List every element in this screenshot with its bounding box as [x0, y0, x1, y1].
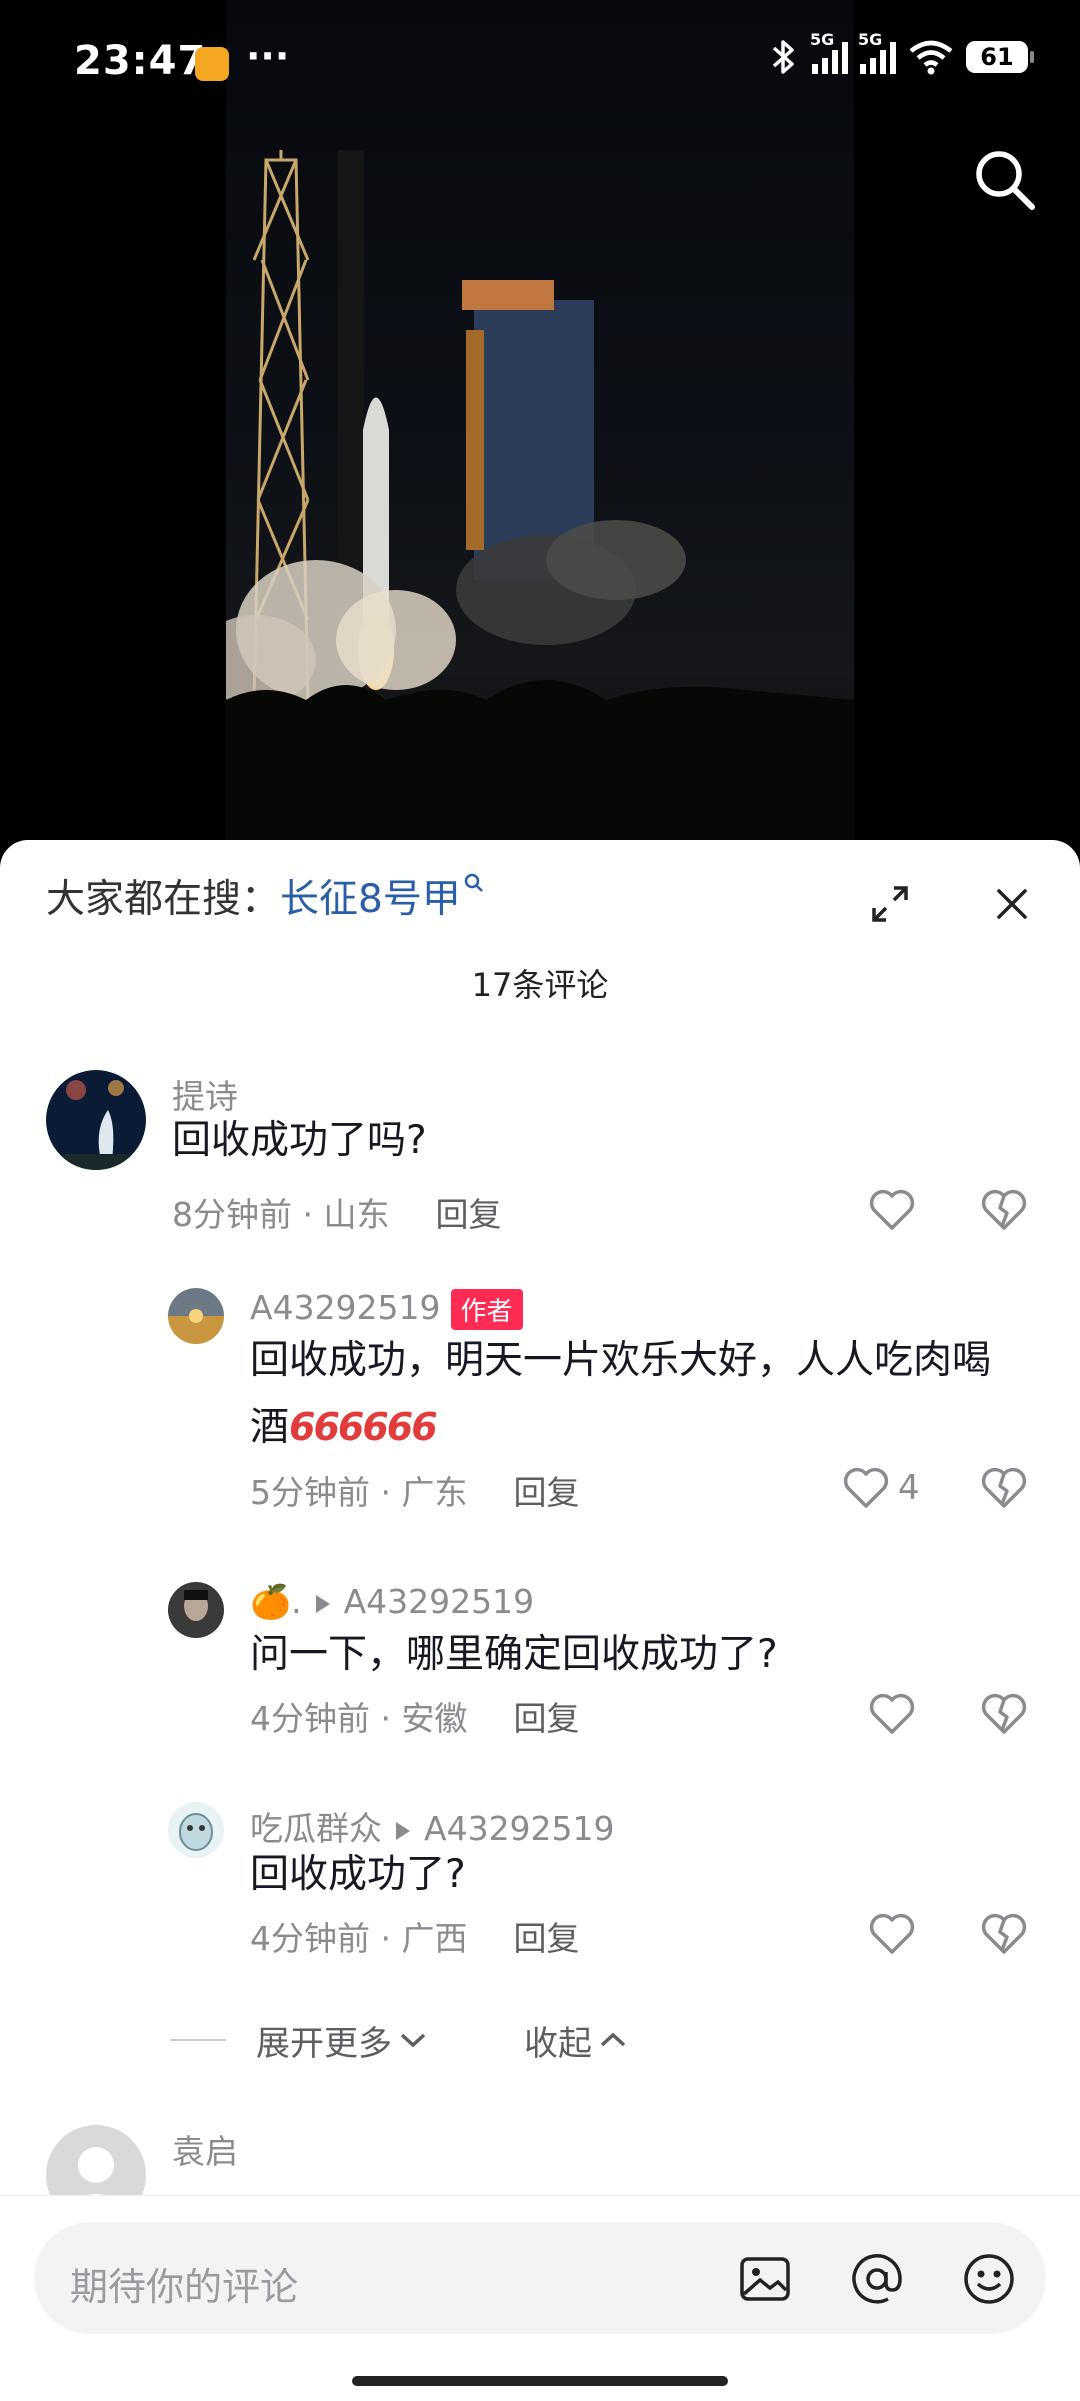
comment-input[interactable]: 期待你的评论 — [34, 2222, 1046, 2334]
collapse-button[interactable]: 收起 — [524, 2016, 628, 2065]
app-notification-icon — [195, 47, 229, 81]
broken-heart-icon[interactable] — [980, 1912, 1028, 1956]
status-time: 23:47 — [74, 38, 207, 84]
comment-location: 广东 — [401, 1473, 468, 1512]
broken-heart-icon[interactable] — [980, 1466, 1028, 1510]
keyword-search-icon — [464, 873, 483, 892]
comment-text: 回收成功了? — [250, 1852, 466, 1897]
reply-button[interactable]: 回复 — [513, 1473, 579, 1512]
heart-icon — [869, 1693, 915, 1734]
status-bar: 23:47 ··· 5G 5G 61 — [0, 0, 1080, 130]
image-icon[interactable] — [736, 2250, 794, 2308]
comment-meta: 5分钟前 · 广东 回复 — [250, 1473, 580, 1512]
heart-icon — [843, 1467, 889, 1508]
expand-icon[interactable] — [868, 882, 912, 926]
comment-panel: 大家都在搜：长征8号甲 17条评论 提诗 回收成功了吗? 8分钟前 · 山东 回复 — [0, 840, 1080, 2400]
chevron-down-icon — [400, 2033, 426, 2048]
chevron-up-icon — [600, 2032, 626, 2047]
comment-meta: 4分钟前 · 广西 回复 — [250, 1919, 580, 1958]
comment-username[interactable]: A43292519 作者 — [250, 1288, 523, 1330]
wifi-icon — [909, 40, 953, 75]
like-button[interactable] — [868, 1912, 924, 1956]
avatar[interactable] — [168, 1802, 224, 1858]
comment-text: 回收成功了吗? — [172, 1118, 427, 1163]
search-icon[interactable] — [970, 145, 1040, 215]
comment-location: 广西 — [401, 1919, 468, 1958]
heart-icon — [869, 1913, 915, 1954]
avatar[interactable] — [46, 1070, 146, 1170]
video-player[interactable]: 23:47 ··· 5G 5G 61 — [0, 0, 1080, 860]
comment-input-placeholder: 期待你的评论 — [70, 2265, 299, 2309]
thread-controls: 展开更多 收起 — [170, 2015, 628, 2065]
like-button[interactable] — [868, 1188, 924, 1232]
divider — [170, 2039, 226, 2041]
reply-button[interactable]: 回复 — [513, 1699, 579, 1738]
at-icon[interactable] — [848, 2250, 906, 2308]
expand-more-button[interactable]: 展开更多 — [256, 2016, 428, 2065]
author-badge: 作者 — [450, 1289, 523, 1330]
comment-count: 17条评论 — [471, 966, 609, 1004]
comment-time: 8分钟前 — [172, 1195, 292, 1234]
like-count: 4 — [898, 1468, 920, 1508]
broken-heart-icon[interactable] — [980, 1188, 1028, 1232]
emoji-icon[interactable] — [960, 2250, 1018, 2308]
heart-icon — [869, 1189, 915, 1230]
close-icon[interactable] — [990, 882, 1034, 926]
comment-username[interactable]: 袁启 — [172, 2125, 238, 2173]
comment-username[interactable]: 🍊. A43292519 — [250, 1582, 534, 1622]
home-indicator[interactable] — [352, 2376, 728, 2386]
comment-text: 回收成功，明天一片欢乐大好，人人吃肉喝酒666666 — [250, 1328, 1020, 1461]
comment-location: 山东 — [323, 1195, 390, 1234]
signal-icon-2: 5G — [858, 30, 896, 74]
reply-arrow-icon — [315, 1594, 330, 1613]
comment-meta: 4分钟前 · 安徽 回复 — [250, 1699, 580, 1738]
battery-indicator: 61 — [966, 41, 1034, 73]
reply-button[interactable]: 回复 — [513, 1919, 579, 1958]
comment-meta: 8分钟前 · 山东 回复 — [172, 1195, 502, 1234]
more-notifications-icon: ··· — [246, 34, 290, 78]
like-button[interactable]: 4 — [842, 1466, 920, 1510]
hot-search-keyword[interactable]: 长征8号甲 — [280, 877, 461, 922]
reply-arrow-icon — [396, 1821, 410, 1840]
emoji-666: 666666 — [289, 1405, 438, 1449]
avatar[interactable] — [168, 1582, 224, 1638]
bluetooth-icon — [772, 40, 794, 74]
signal-icon-1: 5G — [810, 30, 848, 74]
comment-time: 5分钟前 — [250, 1473, 370, 1512]
avatar[interactable] — [168, 1288, 224, 1344]
like-button[interactable] — [868, 1692, 924, 1736]
broken-heart-icon[interactable] — [980, 1692, 1028, 1736]
comment-time: 4分钟前 — [250, 1919, 370, 1958]
hot-search-bar[interactable]: 大家都在搜：长征8号甲 — [46, 868, 485, 924]
comment-time: 4分钟前 — [250, 1699, 370, 1738]
comment-text: 问一下，哪里确定回收成功了? — [250, 1632, 778, 1677]
comment-input-bar: 期待你的评论 — [0, 2195, 1080, 2401]
comment-location: 安徽 — [401, 1699, 468, 1738]
reply-button[interactable]: 回复 — [435, 1195, 501, 1234]
hot-search-label: 大家都在搜： — [46, 877, 281, 922]
reply-to-username[interactable]: A43292519 — [344, 1582, 535, 1621]
